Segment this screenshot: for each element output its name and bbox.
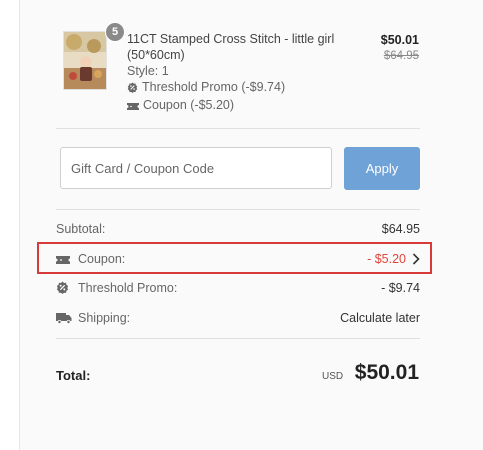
- apply-button[interactable]: Apply: [344, 147, 420, 190]
- shipping-value: Calculate later: [340, 311, 420, 325]
- total-currency: USD: [322, 371, 344, 382]
- chevron-right-icon[interactable]: [412, 250, 420, 270]
- subtotal-row: Subtotal: $64.95: [56, 220, 420, 238]
- coupon-text: Coupon (-$5.20): [143, 98, 235, 112]
- shipping-row: Shipping: Calculate later: [56, 309, 420, 327]
- product-name[interactable]: 11CT Stamped Cross Stitch - little girl: [127, 31, 367, 47]
- shipping-label: Shipping:: [78, 311, 131, 325]
- product-threshold-promo: Threshold Promo (-$9.74): [127, 79, 367, 97]
- divider: [56, 338, 420, 339]
- quantity-badge: 5: [105, 22, 125, 42]
- total-value: $50.01: [354, 361, 419, 384]
- total-label: Total:: [56, 368, 91, 383]
- subtotal-value: $64.95: [381, 222, 420, 236]
- coupon-tag-icon: [127, 99, 139, 115]
- coupon-label: Coupon:: [78, 252, 126, 266]
- threshold-promo-row: Threshold Promo: - $9.74: [56, 279, 420, 297]
- threshold-promo-value: - $9.74: [381, 281, 420, 295]
- promo-badge-icon: [56, 281, 69, 299]
- product-price: $50.01 $64.95: [381, 33, 419, 62]
- subtotal-label: Subtotal:: [56, 222, 106, 236]
- product-thumbnail[interactable]: [63, 31, 107, 90]
- coupon-code-input[interactable]: [60, 147, 332, 189]
- threshold-promo-text: Threshold Promo (-$9.74): [142, 80, 286, 94]
- coupon-tag-icon: [56, 252, 70, 270]
- product-style: Style: 1: [127, 64, 169, 78]
- promo-badge-icon: [127, 81, 138, 97]
- product-info: 11CT Stamped Cross Stitch - little girl …: [127, 31, 367, 115]
- threshold-promo-label: Threshold Promo:: [78, 281, 178, 295]
- coupon-row[interactable]: Coupon: - $5.20: [56, 250, 420, 268]
- product-coupon: Coupon (-$5.20): [127, 97, 367, 115]
- divider: [56, 209, 420, 210]
- divider: [56, 128, 420, 129]
- original-price: $64.95: [383, 50, 419, 62]
- current-price: $50.01: [380, 33, 419, 47]
- product-size: (50*60cm): [127, 48, 185, 62]
- coupon-value: - $5.20: [367, 252, 406, 266]
- truck-icon: [56, 311, 72, 329]
